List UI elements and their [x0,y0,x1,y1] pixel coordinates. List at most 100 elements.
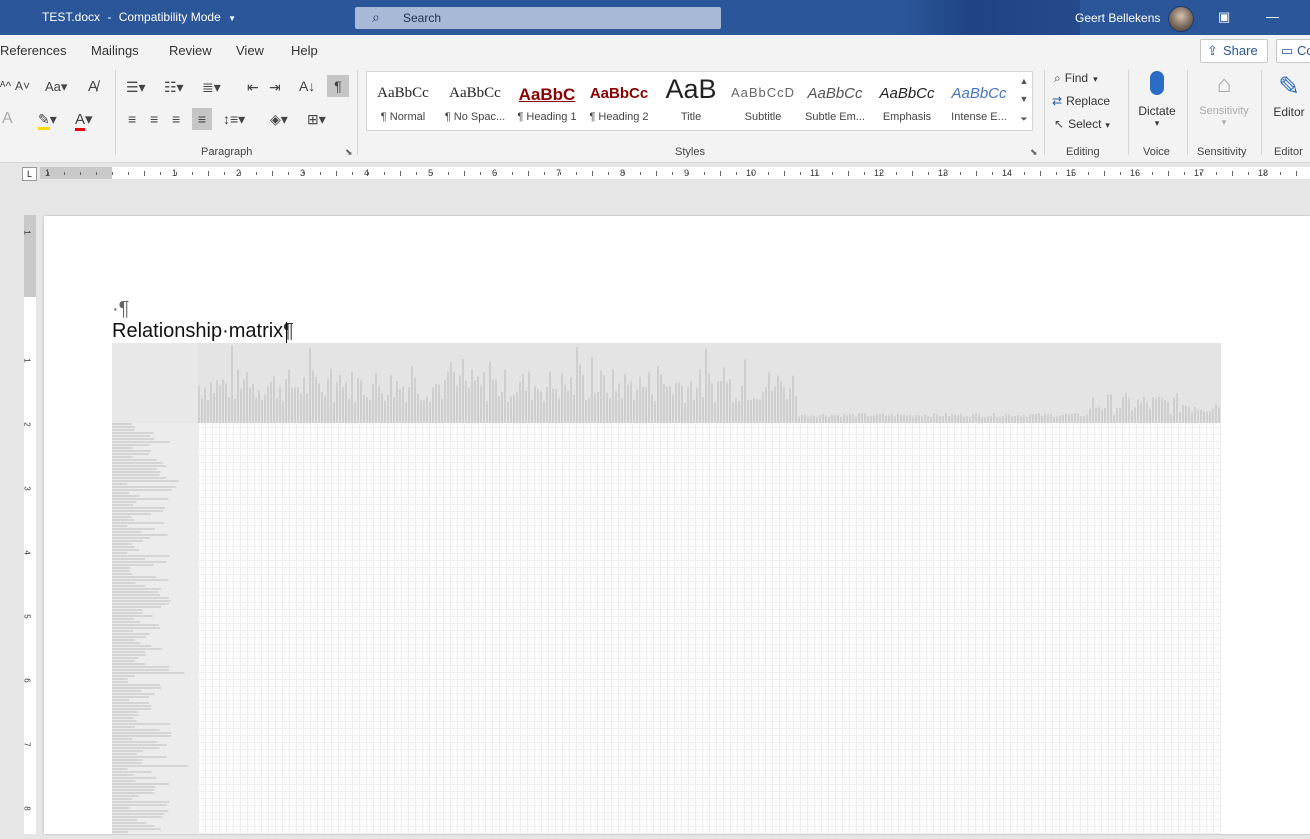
chevron-down-icon: ▾ [1105,120,1110,130]
sensitivity-icon: ⌂ [1216,71,1232,98]
group-label-voice: Voice [1143,146,1170,158]
vertical-ruler[interactable]: 1 1 2 3 4 5 6 7 8 [22,215,36,834]
tab-help[interactable]: Help [291,43,318,58]
ribbon: ᴬ^ A˅ Aa▾ A̸ A ✎▾ A▾ ☰▾ ☷▾ ≣▾ ⇤ ⇥ A↓ ¶ ≡… [0,65,1310,163]
grow-font-icon[interactable]: ᴬ^ [0,79,11,93]
chevron-down-icon[interactable]: ▼ [1016,94,1032,104]
divider [115,70,116,155]
tab-references[interactable]: References [0,43,66,58]
group-label-editing: Editing [1066,146,1100,158]
ruler-number: 13 [938,168,949,178]
increase-indent-icon[interactable]: ⇥ [269,79,281,96]
relationship-matrix-image[interactable] [112,343,1221,834]
minimize-icon[interactable]: — [1266,9,1279,24]
tab-mailings[interactable]: Mailings [91,43,139,58]
divider [1128,70,1129,155]
ruler-number: 3 [22,486,32,491]
highlight-icon[interactable]: ✎▾ [38,111,57,130]
tab-view[interactable]: View [236,43,264,58]
styles-launcher-icon[interactable]: ⬊ [1030,147,1038,158]
group-label-editor: Editor [1274,146,1303,158]
align-center-icon[interactable]: ≡ [150,111,158,127]
comments-icon: ▭ [1281,43,1294,58]
horizontal-ruler[interactable]: L 1123456789101112131415161718 [0,163,1310,183]
tab-selector[interactable]: L [22,167,37,181]
chevron-up-icon[interactable]: ▲ [1016,76,1032,86]
group-label-styles: Styles [675,146,705,158]
divider [357,70,358,155]
style-normal[interactable]: AaBbCc ¶ Normal [367,72,439,130]
style-heading-2[interactable]: AaBbCc ¶ Heading 2 [583,72,655,130]
ruler-number: 6 [22,678,32,683]
show-marks-icon[interactable]: ¶ [327,75,349,97]
group-label-sensitivity: Sensitivity [1197,146,1247,158]
change-case-icon[interactable]: Aa▾ [45,79,67,95]
ruler-number: 4 [22,550,32,555]
multilevel-list-icon[interactable]: ≣▾ [202,79,221,96]
text-effects-icon[interactable]: A [2,110,13,128]
style-no-spacing[interactable]: AaBbCc ¶ No Spac... [439,72,511,130]
avatar[interactable] [1168,6,1194,32]
ruler-number: 15 [1066,168,1077,178]
style-subtle-emphasis[interactable]: AaBbCc Subtle Em... [799,72,871,130]
ruler-number: 1 [22,230,32,235]
numbering-icon[interactable]: ☷▾ [164,79,184,96]
search-icon: ⌕ [372,9,380,25]
style-subtitle[interactable]: AaBbCcD Subtitle [727,72,799,130]
clear-formatting-icon[interactable]: A̸ [88,78,98,95]
document-heading[interactable]: Relationship·matrix¶ [112,320,294,343]
line-spacing-icon[interactable]: ↕≡▾ [223,111,245,128]
justify-icon[interactable]: ≡ [192,108,212,130]
select-button[interactable]: ↖ Select ▾ [1054,117,1110,131]
paragraph-launcher-icon[interactable]: ⬊ [345,147,353,158]
matrix-row-headers [112,423,198,834]
align-right-icon[interactable]: ≡ [172,111,180,127]
title-bar: TEST.docx - Compatibility Mode ▼ ⌕ Searc… [0,0,1310,35]
ribbon-display-icon[interactable]: ▣ [1218,9,1230,25]
user-name[interactable]: Geert Bellekens [1075,11,1160,25]
ribbon-tabs: References Mailings Review View Help ⇪ S… [0,35,1310,65]
divider [1044,70,1045,155]
ruler-number: 17 [1194,168,1205,178]
style-heading-1[interactable]: AaBbC ¶ Heading 1 [511,72,583,130]
share-button[interactable]: ⇪ Share [1200,39,1268,63]
style-intense-emphasis[interactable]: AaBbCc Intense E... [943,72,1015,130]
more-styles-icon[interactable]: ⏷ [1016,114,1032,125]
bullets-icon[interactable]: ☰▾ [126,79,146,96]
paragraph-mark[interactable]: ·¶ [112,298,129,321]
ruler-number: 7 [22,742,32,747]
comments-button[interactable]: ▭Co [1276,39,1310,63]
styles-scroll: ▲ ▼ ⏷ [1016,71,1033,131]
document-title[interactable]: TEST.docx - Compatibility Mode ▼ [42,10,236,24]
style-title[interactable]: AaB Title [655,72,727,130]
dictate-button[interactable]: Dictate ▾ [1134,71,1180,129]
magnifier-icon: ⌕ [1054,71,1061,85]
borders-icon[interactable]: ⊞▾ [307,111,326,128]
editor-button[interactable]: ✎ Editor [1268,71,1310,119]
font-color-icon[interactable]: A▾ [75,110,93,131]
shading-icon[interactable]: ◈▾ [270,111,288,128]
text-cursor [286,322,287,344]
ruler-number: 1 [22,358,32,363]
sensitivity-button[interactable]: ⌂ Sensitivity ▾ [1193,71,1255,128]
cursor-icon: ↖ [1054,117,1065,131]
find-button[interactable]: ⌕ Find ▾ [1054,71,1098,86]
ruler-number: 18 [1258,168,1269,178]
microphone-icon [1150,71,1164,95]
decrease-indent-icon[interactable]: ⇤ [247,79,259,96]
style-emphasis[interactable]: AaBbCc Emphasis [871,72,943,130]
sort-icon[interactable]: A↓ [299,78,315,94]
matrix-column-headers [198,343,1221,423]
tab-review[interactable]: Review [169,43,212,58]
search-box[interactable]: ⌕ Search [355,7,721,29]
ruler-number: 14 [1002,168,1013,178]
shrink-font-icon[interactable]: A˅ [15,79,30,93]
chevron-down-icon: ▾ [1093,74,1098,84]
chevron-down-icon: ▾ [1221,117,1227,127]
compat-mode: Compatibility Mode [118,10,221,24]
chevron-down-icon: ▾ [1154,118,1160,128]
replace-button[interactable]: ⇄ Replace [1052,94,1110,108]
align-left-icon[interactable]: ≡ [128,111,136,127]
styles-gallery: AaBbCc ¶ Normal AaBbCc ¶ No Spac... AaBb… [366,71,1018,131]
ruler-number: 12 [874,168,885,178]
